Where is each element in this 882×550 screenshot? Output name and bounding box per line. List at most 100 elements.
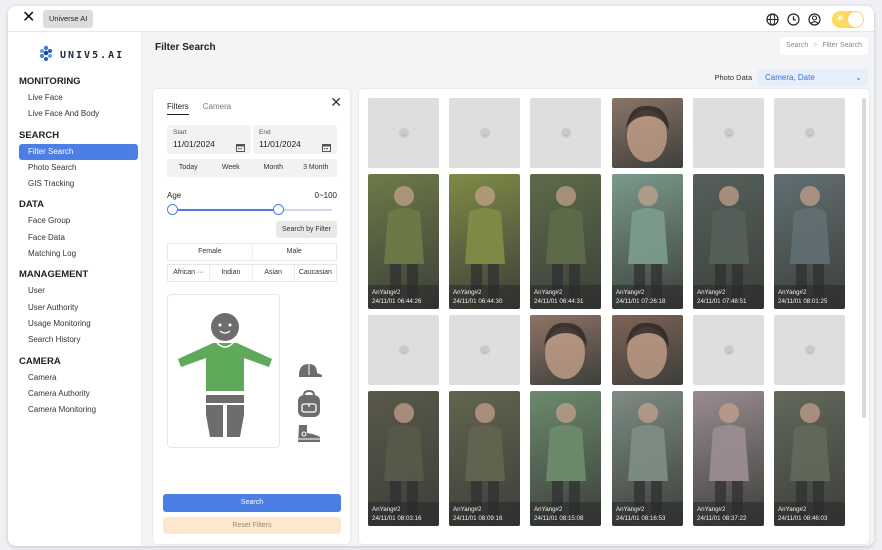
tab-camera[interactable]: Camera	[203, 102, 231, 115]
age-slider[interactable]	[167, 204, 332, 215]
sidebar-item-camera[interactable]: Camera	[8, 370, 142, 386]
thumbnail-caption: AnYang#2 24/11/01 08:15:08	[530, 502, 601, 526]
body-thumbnail[interactable]: AnYang#2 24/11/01 07:48:51	[693, 174, 764, 309]
face-thumbnail[interactable]	[449, 315, 520, 385]
breadcrumb-item-search[interactable]: Search	[786, 37, 808, 55]
thumbnail-caption: AnYang#2 24/11/01 06:44:30	[449, 285, 520, 309]
shoe-icon[interactable]	[295, 423, 323, 450]
ethnicity-selector: African ··· Indian Asian Caucasian	[167, 264, 337, 282]
body-thumbnail[interactable]: AnYang#2 24/11/01 06:44:31	[530, 174, 601, 309]
sidebar-item-face-group[interactable]: Face Group	[8, 213, 142, 229]
app-name-badge[interactable]: Universe AI	[43, 10, 94, 28]
photo-data-value: Camera, Date	[765, 73, 815, 82]
gender-male-option[interactable]: Male	[253, 244, 337, 260]
face-thumbnail[interactable]	[449, 98, 520, 168]
sidebar-item-usage-monitoring[interactable]: Usage Monitoring	[8, 316, 142, 332]
face-thumbnail[interactable]	[530, 98, 601, 168]
ethnicity-indian-option[interactable]: Indian	[210, 265, 253, 281]
clock-icon[interactable]	[786, 12, 800, 26]
body-thumbnail[interactable]: AnYang#2 24/11/01 08:16:53	[612, 391, 683, 526]
body-thumbnail[interactable]: AnYang#2 24/11/01 08:46:03	[774, 391, 845, 526]
chevron-right-icon: >	[813, 42, 818, 49]
body-thumbnail[interactable]: AnYang#2 24/11/01 07:26:18	[612, 174, 683, 309]
sidebar-item-matching-log[interactable]: Matching Log	[8, 246, 142, 262]
sun-icon: ☀	[835, 12, 845, 25]
gender-female-option[interactable]: Female	[168, 244, 253, 260]
capture-time: 24/11/01 06:44:31	[534, 298, 584, 305]
photo-data-select[interactable]: Camera, Date ⌄	[758, 69, 868, 86]
body-thumbnail[interactable]: AnYang#2 24/11/01 08:09:16	[449, 391, 520, 526]
range-today-button[interactable]: Today	[167, 159, 210, 177]
thumbnail-caption: AnYang#2 24/11/01 06:44:26	[368, 285, 439, 309]
head-icon[interactable]	[211, 313, 239, 341]
sidebar-item-face-data[interactable]: Face Data	[8, 230, 142, 246]
calendar-icon[interactable]	[322, 139, 331, 157]
body-thumbnail[interactable]: AnYang#2 24/11/01 08:01:25	[774, 174, 845, 309]
face-placeholder-icon	[804, 345, 815, 355]
titlebar: ✕ Universe AI ☀	[8, 6, 874, 32]
face-thumbnail[interactable]	[530, 315, 601, 385]
nav-section-search: SEARCH	[19, 129, 60, 141]
sidebar-item-user-authority[interactable]: User Authority	[8, 300, 142, 316]
age-slider-fill	[172, 209, 278, 211]
close-filter-icon[interactable]: ✕	[330, 94, 342, 111]
range-week-button[interactable]: Week	[210, 159, 253, 177]
age-slider-min-handle[interactable]	[167, 204, 178, 215]
sidebar-item-live-face[interactable]: Live Face	[8, 90, 142, 106]
calendar-icon[interactable]	[236, 139, 245, 157]
face-thumbnail[interactable]	[774, 98, 845, 168]
cap-icon[interactable]	[295, 361, 323, 388]
capture-time: 24/11/01 06:44:30	[453, 298, 503, 305]
age-slider-max-handle[interactable]	[272, 204, 284, 215]
face-thumbnail[interactable]	[368, 98, 439, 168]
camera-name: AnYang#2	[453, 506, 482, 513]
body-thumbnail[interactable]: AnYang#2 24/11/01 08:37:22	[693, 391, 764, 526]
ethnicity-asian-option[interactable]: Asian	[253, 265, 295, 281]
camera-name: AnYang#2	[778, 506, 807, 513]
ethnicity-caucasian-option[interactable]: Caucasian	[295, 265, 336, 281]
body-thumbnail[interactable]: AnYang#2 24/11/01 06:44:26	[368, 174, 439, 309]
sidebar-item-gis-tracking[interactable]: GIS Tracking	[8, 176, 142, 192]
close-icon[interactable]: ✕	[22, 10, 35, 26]
face-thumbnail[interactable]	[612, 315, 683, 385]
thumbnail-caption: AnYang#2 24/11/01 08:03:16	[368, 502, 439, 526]
face-placeholder-icon	[560, 128, 571, 138]
camera-name: AnYang#2	[778, 289, 807, 296]
range-month-button[interactable]: Month	[252, 159, 295, 177]
thumbnail-caption: AnYang#2 24/11/01 07:26:18	[612, 285, 683, 309]
sidebar-item-filter-search[interactable]: Filter Search	[19, 143, 138, 160]
search-button[interactable]: Search	[163, 494, 341, 512]
breadcrumb-item-current: Filter Search	[822, 42, 862, 49]
face-placeholder-icon	[479, 128, 490, 138]
face-thumbnail[interactable]	[774, 315, 845, 385]
sidebar: UNIV5.AI MONITORING Live Face Live Face An…	[8, 32, 142, 546]
top-clothing-icon[interactable]	[178, 342, 272, 391]
face-thumbnail[interactable]	[612, 98, 683, 168]
start-date-field[interactable]: Start 11/01/2024	[167, 125, 251, 154]
theme-toggle[interactable]: ☀	[832, 10, 864, 28]
end-date-field[interactable]: End 11/01/2024	[253, 125, 337, 154]
sidebar-item-camera-monitoring[interactable]: Camera Monitoring	[8, 402, 142, 418]
sidebar-item-user[interactable]: User	[8, 283, 142, 299]
search-by-filter-button[interactable]: Search by Filter	[275, 221, 337, 238]
results-scrollbar[interactable]	[862, 98, 866, 418]
bottom-clothing-icon[interactable]	[206, 395, 244, 437]
reset-filters-button[interactable]: Reset Filters	[163, 517, 341, 534]
sidebar-item-search-history[interactable]: Search History	[8, 332, 142, 348]
body-thumbnail[interactable]: AnYang#2 24/11/01 06:44:30	[449, 174, 520, 309]
face-thumbnail[interactable]	[368, 315, 439, 385]
quick-range-buttons: Today Week Month 3 Month	[167, 159, 337, 177]
sidebar-item-camera-authority[interactable]: Camera Authority	[8, 386, 142, 402]
ethnicity-african-option[interactable]: African ···	[168, 265, 211, 281]
backpack-icon[interactable]	[295, 389, 323, 423]
sidebar-item-live-face-and-body[interactable]: Live Face And Body	[8, 106, 142, 122]
tab-filters[interactable]: Filters	[167, 102, 189, 115]
face-thumbnail[interactable]	[693, 98, 764, 168]
range-3month-button[interactable]: 3 Month	[295, 159, 338, 177]
face-thumbnail[interactable]	[693, 315, 764, 385]
body-thumbnail[interactable]: AnYang#2 24/11/01 08:03:16	[368, 391, 439, 526]
user-icon[interactable]	[807, 12, 821, 26]
globe-icon[interactable]	[765, 12, 779, 26]
body-thumbnail[interactable]: AnYang#2 24/11/01 08:15:08	[530, 391, 601, 526]
sidebar-item-photo-search[interactable]: Photo Search	[8, 160, 142, 176]
